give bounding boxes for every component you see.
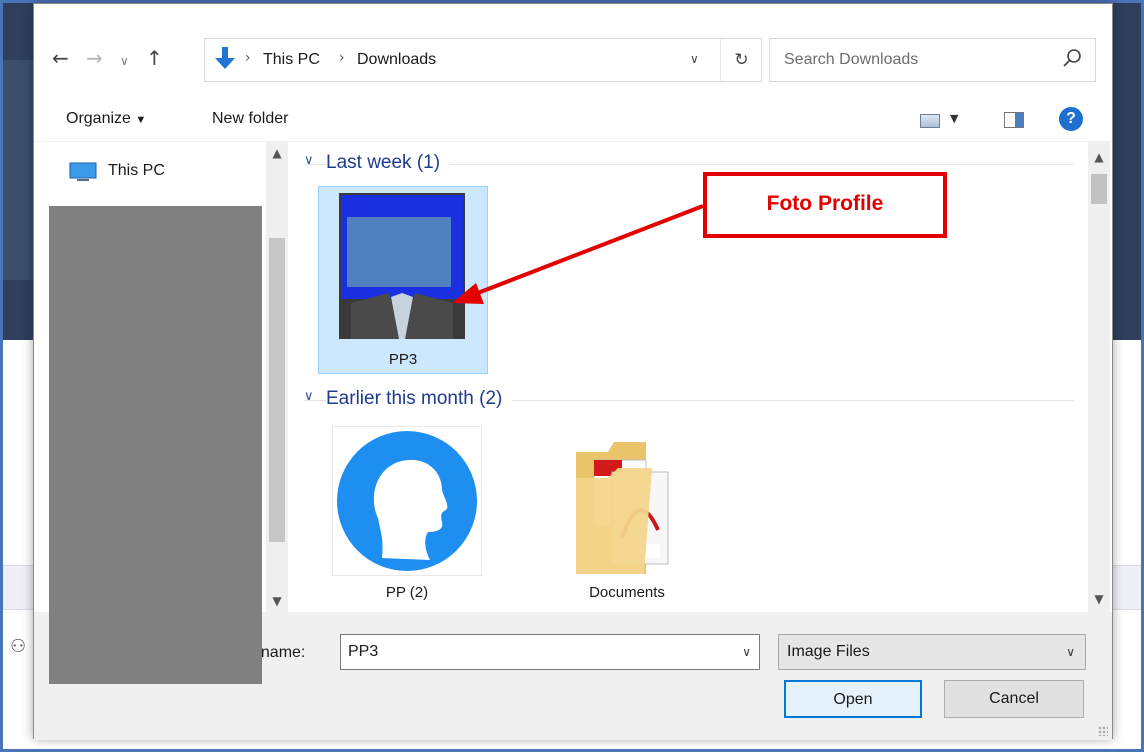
chevron-down-icon: ∨ [1066,645,1075,659]
view-options-chevron-icon[interactable]: ▼ [950,112,958,125]
file-name-label: PP3 [388,351,418,368]
scroll-up-icon[interactable]: ▲ [1088,150,1110,164]
resize-grip-icon[interactable] [1098,726,1108,736]
back-arrow-icon[interactable]: ← [52,46,69,70]
new-folder-button[interactable]: New folder [212,110,288,128]
address-dropdown-chevron-icon[interactable]: ∨ [690,52,699,66]
redacted-area [49,206,262,684]
breadcrumb-this-pc[interactable]: This PC [263,51,320,69]
recent-locations-chevron-icon[interactable]: ∨ [120,54,129,68]
file-list: ∨ Last week (1) PP3 ∨ Earlier this month… [292,142,1088,612]
help-icon[interactable]: ? [1059,107,1083,131]
change-view-icon[interactable] [920,114,940,128]
file-item-pp-2[interactable]: PP (2) [332,424,502,612]
breadcrumb-separator-icon: › [245,50,251,66]
annotation-label: Foto Profile [766,192,884,215]
group-header-earlier-this-month[interactable]: ∨ Earlier this month (2) [304,388,1074,412]
address-bar: ← → ∨ ↑ › This PC › Downloads ∨ ↻ Search… [34,4,1112,100]
open-button[interactable]: Open [784,680,922,718]
file-name-label: PP (2) [385,584,429,601]
avatar-icon [332,426,482,576]
command-bar: Organize ▼ New folder ▼ ? [34,100,1112,142]
organize-button[interactable]: Organize ▼ [66,110,146,128]
sidebar-item-label: This PC [108,162,165,179]
profile-photo-thumbnail [339,193,465,339]
file-list-scrollbar[interactable]: ▲ ▼ [1088,142,1110,612]
scroll-down-icon[interactable]: ▼ [1088,592,1110,606]
chevron-down-icon: ∨ [304,153,314,168]
file-type-value: Image Files [787,643,870,660]
up-arrow-icon[interactable]: ↑ [146,46,163,70]
breadcrumb-separator-icon: › [339,50,345,66]
chevron-down-icon[interactable]: ∨ [742,645,751,659]
file-name-value: PP3 [348,643,379,660]
search-input[interactable]: Search Downloads [769,38,1096,82]
preview-pane-icon[interactable] [1004,112,1024,128]
group-header-last-week[interactable]: ∨ Last week (1) [304,152,1074,176]
chevron-down-icon: ∨ [304,389,314,404]
navigation-pane: This PC ▲ ▼ [34,142,290,684]
user-icon: ⚇ [10,636,27,657]
nav-scroll-thumb[interactable] [269,238,285,542]
group-label: Last week (1) [326,152,451,174]
cancel-button[interactable]: Cancel [944,680,1084,718]
group-label: Earlier this month (2) [326,388,513,410]
scroll-up-icon[interactable]: ▲ [266,146,288,160]
file-name-input[interactable]: PP3 ∨ [340,634,760,670]
file-item-pp3[interactable]: PP3 [318,186,488,374]
search-placeholder: Search Downloads [784,51,919,68]
breadcrumb[interactable]: › This PC › Downloads ∨ ↻ [204,38,762,82]
folder-icon [576,442,669,574]
scroll-down-icon[interactable]: ▼ [266,594,288,608]
file-list-scroll-thumb[interactable] [1091,174,1107,204]
downloads-arrow-icon [215,47,235,69]
forward-arrow-icon[interactable]: → [86,46,103,70]
refresh-icon[interactable]: ↻ [720,39,762,81]
file-name-label: Documents [589,584,665,601]
nav-scrollbar[interactable]: ▲ ▼ [266,142,288,612]
computer-icon [69,162,97,181]
folder-item-documents[interactable]: Documents [542,424,712,612]
annotation-callout: Foto Profile [703,172,947,238]
search-icon [1063,49,1081,67]
chevron-down-icon: ▼ [135,114,147,126]
breadcrumb-downloads[interactable]: Downloads [357,51,436,69]
open-file-dialog: ← → ∨ ↑ › This PC › Downloads ∨ ↻ Search… [33,3,1113,740]
file-type-select[interactable]: Image Files ∨ [778,634,1086,670]
